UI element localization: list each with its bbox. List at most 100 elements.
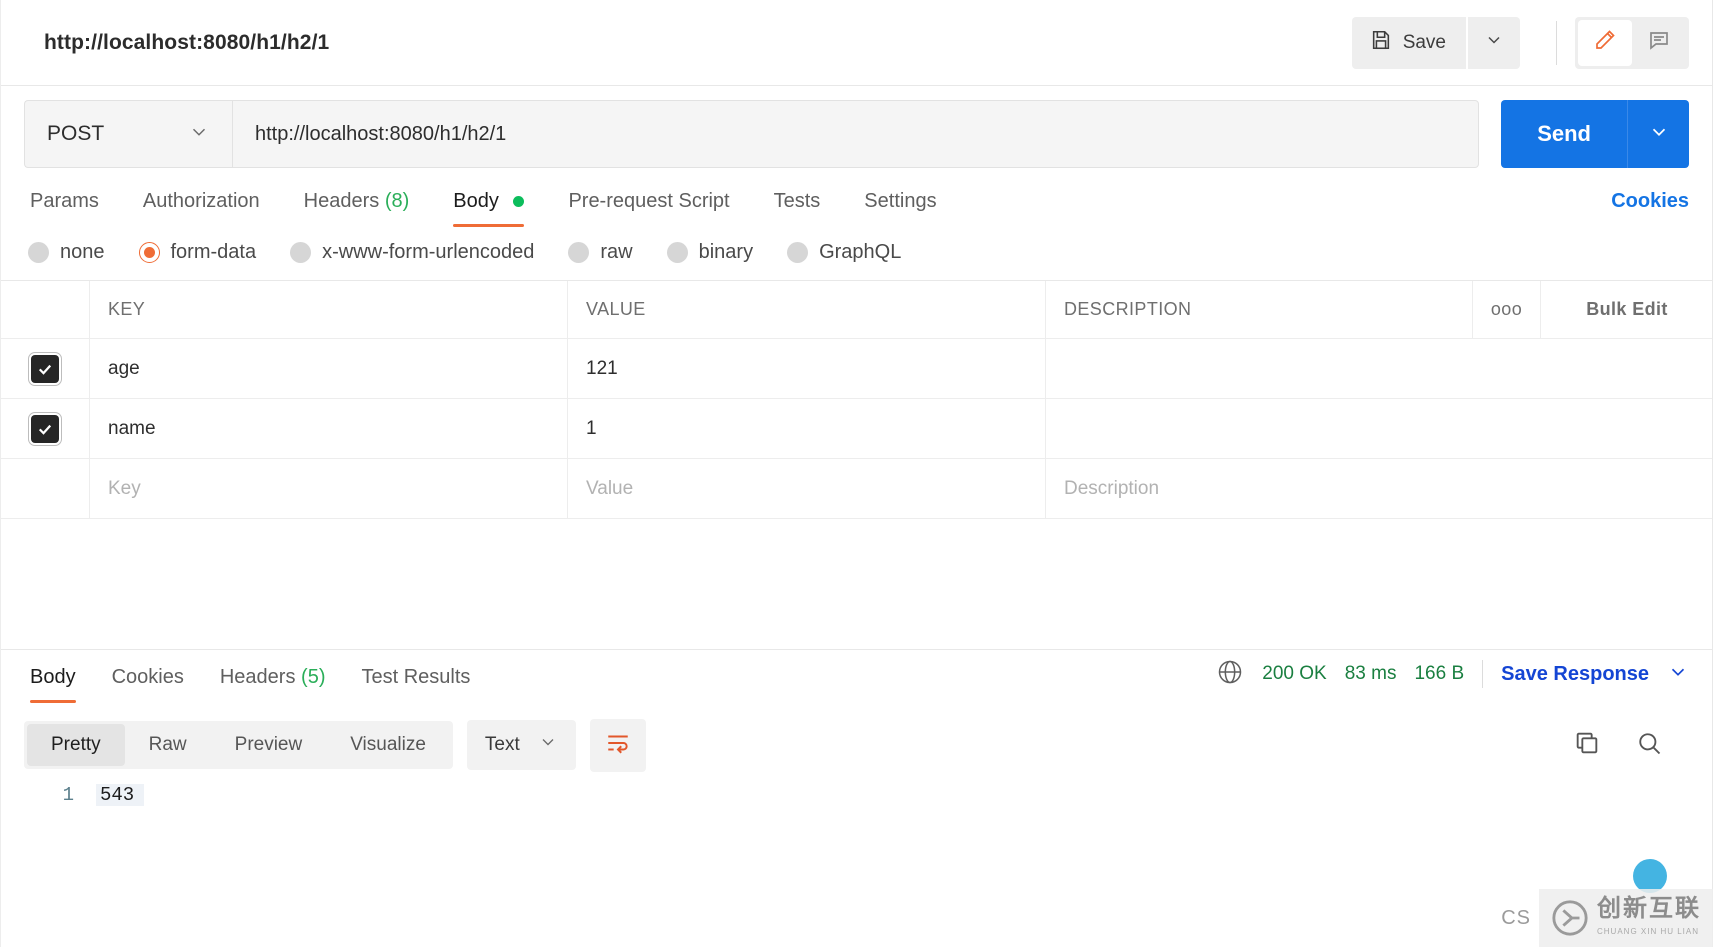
row-value[interactable]: 121 — [568, 339, 1046, 398]
new-description-input[interactable]: Description — [1046, 459, 1713, 518]
radio-icon — [290, 242, 312, 263]
save-button-label: Save — [1402, 31, 1446, 53]
new-key-input[interactable]: Key — [90, 459, 568, 518]
table-options-icon[interactable]: ooo — [1473, 281, 1541, 338]
empty-row-checkbox-cell — [0, 459, 90, 518]
tab-authorization-label: Authorization — [142, 190, 260, 212]
tab-tests[interactable]: Tests — [752, 184, 843, 227]
view-mode-preview[interactable]: Preview — [211, 724, 327, 766]
comment-icon — [1647, 28, 1671, 57]
row-description[interactable] — [1046, 399, 1713, 458]
chevron-down-icon — [1648, 121, 1670, 148]
response-tab-body[interactable]: Body — [24, 660, 94, 703]
response-tab-headers[interactable]: Headers (5) — [202, 660, 344, 703]
body-mode-binary[interactable]: binary — [666, 241, 753, 264]
tab-params[interactable]: Params — [24, 184, 121, 227]
request-tab-bar: Params Authorization Headers (8) Body Pr… — [0, 178, 1713, 227]
globe-icon — [1216, 658, 1244, 691]
watermark-chinese-text: 创新互联 — [1597, 895, 1701, 922]
radio-icon — [666, 242, 688, 263]
table-empty-row: Key Value Description — [0, 459, 1713, 519]
body-mode-graphql[interactable]: GraphQL — [787, 241, 901, 264]
copy-icon[interactable] — [1573, 729, 1601, 762]
body-mode-urlencoded[interactable]: x-www-form-urlencoded — [290, 241, 534, 264]
code-line: 1 543 — [0, 783, 1713, 818]
chevron-down-icon[interactable] — [1667, 661, 1689, 688]
watermark-logo-icon — [1552, 900, 1588, 936]
form-data-table: KEY VALUE DESCRIPTION ooo Bulk Edit age … — [0, 280, 1713, 519]
tab-pre-request-script[interactable]: Pre-request Script — [546, 184, 751, 227]
response-tab-test-results[interactable]: Test Results — [343, 660, 488, 703]
radio-icon — [787, 242, 809, 263]
body-mode-form-data-label: form-data — [170, 241, 257, 263]
header-key: KEY — [90, 281, 568, 338]
row-key[interactable]: age — [90, 339, 568, 398]
save-options-button[interactable] — [1468, 16, 1520, 69]
save-response-button[interactable]: Save Response — [1501, 663, 1649, 686]
body-mode-none-label: none — [60, 241, 105, 263]
page-title: http://localhost:8080/h1/h2/1 — [44, 30, 330, 54]
table-row: age 121 — [0, 339, 1713, 399]
response-tab-body-label: Body — [30, 665, 76, 688]
http-method-select[interactable]: POST — [24, 100, 232, 168]
url-input-value: http://localhost:8080/h1/h2/1 — [255, 122, 507, 145]
pencil-icon — [1593, 28, 1617, 57]
save-button[interactable]: Save — [1351, 16, 1466, 69]
word-wrap-button[interactable] — [589, 718, 646, 772]
tab-headers-label: Headers — [303, 190, 380, 212]
row-key[interactable]: name — [90, 399, 568, 458]
send-button[interactable]: Send — [1501, 100, 1627, 168]
watermark: CS 创新互联 CHUANG XIN HU LIAN — [1501, 889, 1713, 947]
row-checkbox-cell — [0, 399, 90, 458]
tab-body-label: Body — [453, 190, 499, 212]
edit-pane-button[interactable] — [1578, 19, 1632, 66]
save-button-group: Save — [1351, 16, 1520, 69]
view-mode-visualize[interactable]: Visualize — [326, 724, 450, 766]
response-tab-cookies[interactable]: Cookies — [94, 660, 202, 703]
response-view-toolbar: Pretty Raw Preview Visualize Text — [0, 703, 1713, 784]
body-mode-raw-label: raw — [600, 241, 633, 263]
radio-selected-icon — [138, 242, 160, 263]
bulk-edit-button[interactable]: Bulk Edit — [1541, 281, 1713, 338]
checkbox-checked-icon[interactable] — [30, 354, 59, 383]
row-description[interactable] — [1046, 339, 1713, 398]
search-icon[interactable] — [1635, 729, 1663, 762]
response-format-select[interactable]: Text — [466, 720, 576, 770]
http-method-label: POST — [47, 122, 105, 145]
table-row: name 1 — [0, 399, 1713, 459]
response-tab-headers-label: Headers — [219, 665, 296, 688]
toolbar-divider — [1556, 20, 1557, 65]
tab-headers[interactable]: Headers (8) — [282, 184, 432, 227]
checkbox-checked-icon[interactable] — [30, 414, 59, 443]
comment-pane-button[interactable] — [1632, 20, 1686, 66]
postman-window: http://localhost:8080/h1/h2/1 Save POST … — [0, 0, 1713, 947]
header-checkbox-cell — [0, 281, 90, 338]
row-value[interactable]: 1 — [568, 399, 1046, 458]
body-mode-none[interactable]: none — [28, 241, 105, 264]
url-input[interactable]: http://localhost:8080/h1/h2/1 — [232, 100, 1480, 168]
body-mode-form-data[interactable]: form-data — [138, 241, 257, 264]
tab-body[interactable]: Body — [431, 184, 546, 227]
header-value: VALUE — [568, 281, 1046, 338]
watermark-logo-box: 创新互联 CHUANG XIN HU LIAN — [1539, 889, 1713, 947]
request-body-filler — [0, 519, 1713, 649]
response-body-viewer[interactable]: 1 543 CS 创新互联 CHUANG XIN HU LIAN — [0, 783, 1713, 947]
line-content: 543 — [96, 783, 145, 806]
body-mode-raw[interactable]: raw — [568, 241, 633, 264]
body-mode-urlencoded-label: x-www-form-urlencoded — [322, 241, 535, 263]
tab-authorization[interactable]: Authorization — [121, 184, 282, 227]
chevron-down-icon — [538, 732, 558, 758]
body-mode-graphql-label: GraphQL — [819, 241, 902, 263]
word-wrap-icon — [605, 730, 631, 761]
view-mode-pretty[interactable]: Pretty — [27, 724, 125, 766]
new-value-input[interactable]: Value — [568, 459, 1046, 518]
send-options-button[interactable] — [1627, 100, 1689, 168]
response-status: 200 OK — [1262, 663, 1327, 684]
body-mode-radio-group: none form-data x-www-form-urlencoded raw… — [0, 227, 1713, 280]
response-tab-test-results-label: Test Results — [361, 665, 471, 688]
floppy-disk-icon — [1370, 29, 1392, 57]
row-checkbox-cell — [0, 339, 90, 398]
tab-settings[interactable]: Settings — [842, 184, 958, 227]
view-mode-raw[interactable]: Raw — [125, 724, 211, 766]
cookies-link[interactable]: Cookies — [1611, 190, 1689, 227]
